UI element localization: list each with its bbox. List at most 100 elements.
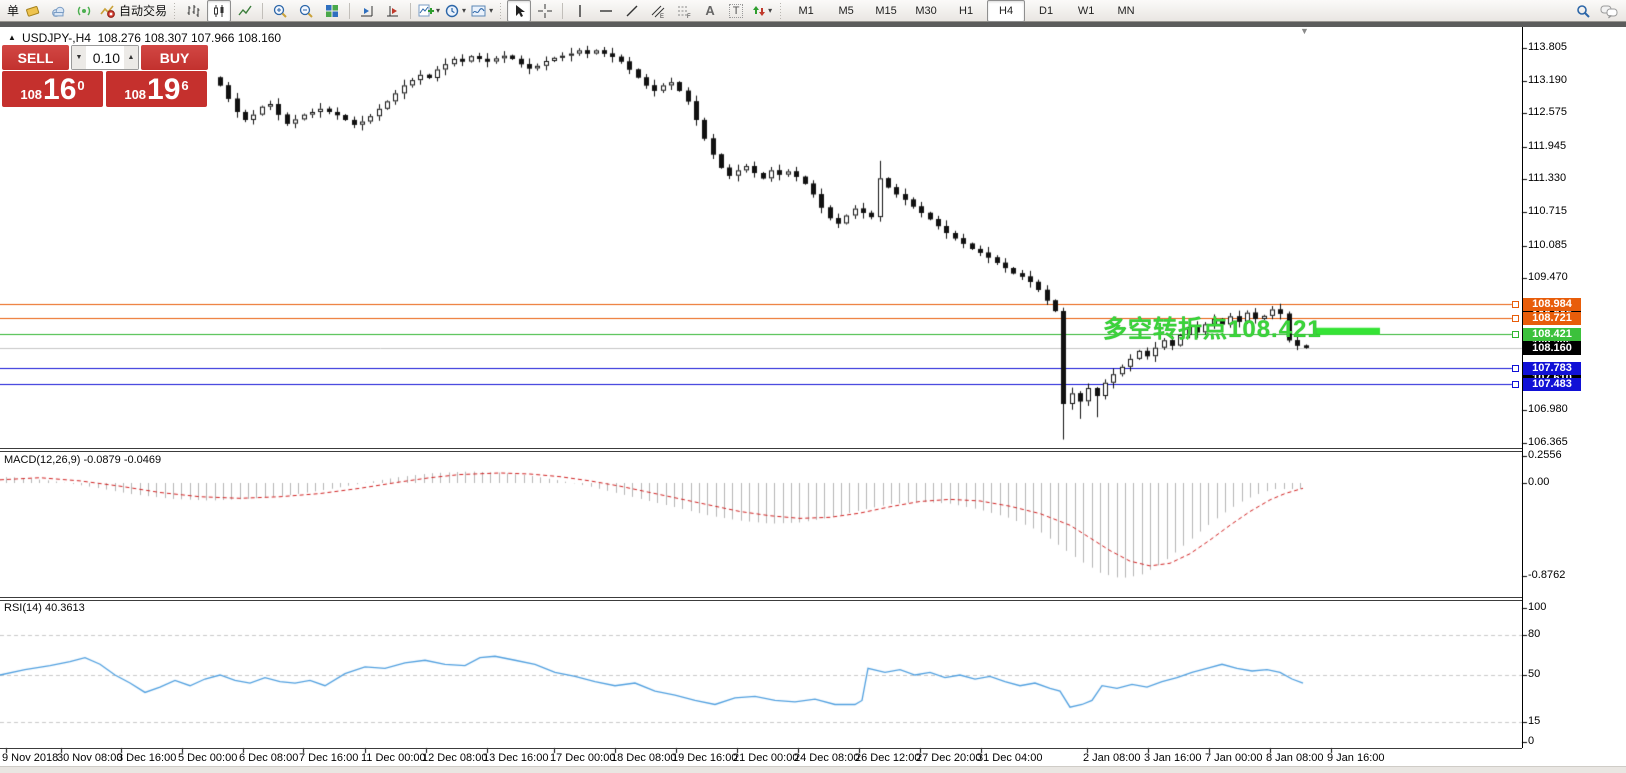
dropdown-caret[interactable]: ▾	[768, 6, 772, 15]
dropdown-caret[interactable]: ▾	[462, 6, 466, 15]
buy-price-button[interactable]: 108 19 6	[106, 71, 207, 107]
svg-text:E: E	[660, 14, 664, 19]
buy-price-prefix: 108	[124, 85, 146, 105]
chart-canvas[interactable]	[0, 0, 1626, 773]
volume-input[interactable]: 0.10	[86, 46, 124, 69]
vertical-line-tool-button[interactable]	[568, 0, 592, 22]
tile-windows-button[interactable]	[320, 0, 344, 22]
gold-chip-icon	[24, 3, 40, 19]
timeframe-m30-button[interactable]: M30	[907, 0, 945, 22]
price-tick-label: 110.085	[1528, 239, 1567, 251]
zoom-in-button[interactable]	[268, 0, 292, 22]
history-center-button[interactable]	[20, 0, 44, 22]
autotrading-label: 自动交易	[119, 2, 167, 19]
horizontal-line-tool-button[interactable]	[594, 0, 618, 22]
macd-tick-label: 0.2556	[1528, 449, 1562, 461]
toolbar-grip[interactable]	[778, 3, 783, 19]
vertical-line-icon	[572, 3, 588, 19]
arrows-tool-button[interactable]: ▾	[750, 0, 774, 22]
sell-button[interactable]: SELL	[2, 45, 69, 70]
search-button[interactable]	[1571, 0, 1595, 22]
time-axis-label: 30 Nov 08:00	[57, 752, 122, 764]
time-axis-label: 3 Dec 16:00	[117, 752, 176, 764]
collapse-marker-icon[interactable]: ▲	[8, 33, 16, 42]
timeframe-m5-button[interactable]: M5	[827, 0, 865, 22]
status-strip	[0, 766, 1626, 773]
text-label-tool-button[interactable]: T	[724, 0, 748, 22]
arrows-icon	[752, 3, 766, 19]
toolbar-grip[interactable]	[172, 3, 177, 19]
new-order-partial-label[interactable]: 单	[7, 2, 19, 19]
timeframe-h1-button[interactable]: H1	[947, 0, 985, 22]
text-tool-button[interactable]: A	[698, 0, 722, 22]
timeframe-w1-button[interactable]: W1	[1067, 0, 1105, 22]
pane-separator	[0, 748, 1522, 749]
macd-tick-label: 0.00	[1528, 476, 1549, 488]
time-axis-label: 2 Jan 08:00	[1083, 752, 1141, 764]
price-tick-label: 110.715	[1528, 205, 1567, 217]
timeframe-mn-button[interactable]: MN	[1107, 0, 1145, 22]
price-level-label: 107.783	[1523, 362, 1581, 375]
bar-chart-mode-button[interactable]	[181, 0, 205, 22]
buy-button[interactable]: BUY	[141, 45, 208, 70]
time-axis-label: 12 Dec 08:00	[422, 752, 487, 764]
chart-shift-icon	[385, 3, 401, 19]
chart-shift-button[interactable]	[381, 0, 405, 22]
time-axis-label: 21 Dec 00:00	[733, 752, 798, 764]
sell-price-button[interactable]: 108 16 0	[2, 71, 103, 107]
pane-separator[interactable]	[0, 597, 1522, 598]
price-tick-label: 113.805	[1528, 41, 1567, 53]
sell-price-prefix: 108	[20, 85, 42, 105]
price-level-label: 108.984	[1523, 298, 1581, 311]
pane-separator[interactable]	[0, 451, 1522, 452]
time-axis-label: 11 Dec 00:00	[361, 752, 426, 764]
price-tick-label: 109.470	[1528, 271, 1568, 283]
buy-price-pip: 6	[181, 71, 188, 101]
periods-button[interactable]: ▾	[443, 0, 467, 22]
mql5-cloud-button[interactable]	[46, 0, 70, 22]
line-chart-mode-button[interactable]	[233, 0, 257, 22]
channel-tool-button[interactable]: E	[646, 0, 670, 22]
autotrading-button[interactable]: 自动交易	[98, 0, 168, 22]
price-tick-label: 111.330	[1528, 172, 1566, 184]
price-tick-label: 106.980	[1528, 403, 1568, 415]
timeframe-m1-button[interactable]: M1	[787, 0, 825, 22]
macd-tick-label: -0.8762	[1528, 569, 1565, 581]
fibonacci-tool-button[interactable]: F	[672, 0, 696, 22]
price-tick-label: 112.575	[1528, 106, 1567, 118]
time-axis-label: 6 Dec 08:00	[239, 752, 298, 764]
dropdown-caret[interactable]: ▾	[436, 6, 440, 15]
volume-stepper: ▼ 0.10 ▲	[71, 45, 139, 70]
timeframe-h4-button[interactable]: H4	[987, 0, 1025, 22]
rsi-indicator-label: RSI(14) 40.3613	[4, 602, 85, 614]
sell-price-big: 16	[43, 75, 76, 105]
pane-separator[interactable]	[0, 600, 1522, 601]
toolbar-grip[interactable]	[498, 3, 503, 19]
timeframe-m15-button[interactable]: M15	[867, 0, 905, 22]
zoom-out-button[interactable]	[294, 0, 318, 22]
cursor-tool-button[interactable]	[507, 0, 531, 22]
cloud-icon	[50, 3, 66, 19]
auto-scroll-button[interactable]	[355, 0, 379, 22]
dropdown-caret[interactable]: ▾	[489, 6, 493, 15]
scroll-to-end-icon[interactable]: ▼	[1300, 26, 1309, 36]
timeframe-d1-button[interactable]: D1	[1027, 0, 1065, 22]
trend-annotation-text[interactable]: 多空转折点108.421	[1103, 309, 1322, 344]
price-level-marker	[1512, 365, 1519, 372]
templates-button[interactable]: ▾	[469, 0, 494, 22]
price-tick-label: 106.365	[1528, 436, 1568, 448]
signals-button[interactable]	[72, 0, 96, 22]
pane-separator[interactable]	[0, 448, 1522, 449]
crosshair-tool-button[interactable]	[533, 0, 557, 22]
trendline-tool-button[interactable]	[620, 0, 644, 22]
volume-increase-button[interactable]: ▲	[124, 46, 138, 69]
chat-icon	[1600, 3, 1618, 19]
candles-mode-button[interactable]	[207, 0, 231, 22]
rsi-tick-label: 0	[1528, 735, 1534, 747]
volume-decrease-button[interactable]: ▼	[72, 46, 86, 69]
auto-scroll-icon	[359, 3, 375, 19]
template-icon	[470, 3, 487, 19]
indicators-button[interactable]: ▾	[416, 0, 441, 22]
mt4-window: 单 自动交易	[0, 0, 1626, 773]
chat-button[interactable]	[1597, 0, 1621, 22]
